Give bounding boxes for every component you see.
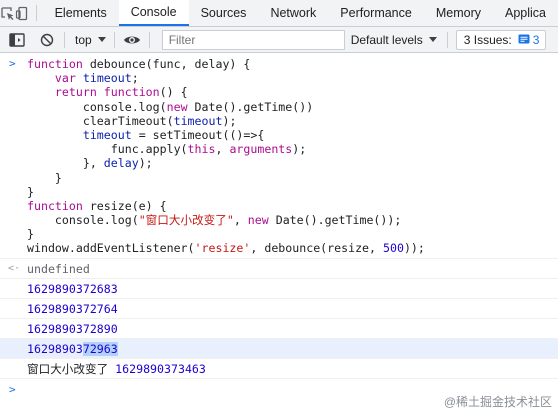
code-line: } — [27, 184, 34, 199]
code-line: function resize(e) { — [27, 198, 167, 213]
log-value: 1629890372764 — [27, 301, 118, 316]
console-input-entry[interactable]: > function debounce(func, delay) { var t… — [0, 53, 558, 259]
code-line: clearTimeout(timeout); — [27, 113, 237, 128]
code-line: function debounce(func, delay) { — [27, 57, 251, 71]
caret-down-icon — [428, 36, 437, 42]
log-value: 1629890372890 — [27, 321, 118, 336]
log-timestamp: 1629890373463 — [115, 361, 206, 376]
issues-badge: 3 — [518, 32, 540, 47]
return-arrow-icon: <· — [8, 262, 21, 274]
divider — [36, 5, 37, 21]
code-line: }, delay); — [27, 156, 153, 171]
code-line: window.addEventListener('resize', deboun… — [27, 241, 425, 256]
tab-sources[interactable]: Sources — [189, 0, 259, 26]
context-label: top — [75, 32, 92, 47]
tab-network[interactable]: Network — [258, 0, 328, 26]
device-toggle-icon[interactable] — [15, 0, 30, 26]
divider — [113, 31, 115, 48]
divider — [64, 31, 65, 48]
code-line: return function() { — [54, 85, 188, 100]
inspect-element-icon[interactable] — [0, 0, 15, 26]
live-expression-eye-icon[interactable] — [119, 27, 145, 53]
divider — [148, 31, 150, 48]
tab-memory[interactable]: Memory — [424, 0, 493, 26]
watermark-text: @稀土掘金技术社区 — [443, 395, 552, 409]
console-toolbar: top Default levels 3 Issues: 3 — [0, 27, 558, 53]
prompt-chevron-icon: > — [9, 382, 16, 396]
issues-button[interactable]: 3 Issues: 3 — [455, 29, 547, 50]
code-line: console.log("窗口大小改变了", new Date().getTim… — [27, 213, 402, 228]
divider — [446, 31, 448, 48]
log-row-selected[interactable]: 1629890372963 — [0, 338, 558, 359]
message-icon — [518, 34, 530, 43]
log-row[interactable]: 1629890372764 — [0, 299, 558, 319]
console-output[interactable]: > function debounce(func, delay) { var t… — [0, 53, 558, 418]
devtools-tab-bar: Elements Console Sources Network Perform… — [0, 0, 558, 27]
code-line: timeout = setTimeout(()=>{ — [82, 127, 265, 142]
code-line: func.apply(this, arguments); — [27, 142, 307, 157]
code-line: var timeout; — [54, 71, 139, 86]
tab-performance[interactable]: Performance — [328, 0, 424, 26]
code-line: console.log(new Date().getTime()) — [27, 99, 314, 114]
return-value: undefined — [27, 261, 90, 276]
caret-down-icon — [97, 36, 106, 42]
return-value-row: <· undefined — [0, 259, 558, 279]
prompt-chevron-icon: > — [9, 57, 16, 70]
log-row[interactable]: 1629890372683 — [0, 279, 558, 299]
code-line: } — [27, 170, 62, 185]
log-message: 窗口大小改变了 — [27, 361, 109, 376]
log-levels-label: Default levels — [350, 32, 423, 47]
sidebar-toggle-icon[interactable] — [0, 27, 34, 53]
code-line: } — [27, 227, 34, 242]
watermark: @稀土掘金技术社区 — [444, 393, 552, 410]
issues-count: 3 — [532, 32, 540, 47]
log-row-resize[interactable]: 窗口大小改变了 1629890373463 — [0, 359, 558, 379]
tab-elements[interactable]: Elements — [43, 0, 119, 26]
log-value-prefix: 16298903 — [27, 341, 83, 356]
filter-input[interactable] — [161, 29, 345, 50]
log-levels-dropdown[interactable]: Default levels — [345, 33, 443, 47]
log-value: 1629890372683 — [27, 281, 118, 296]
clear-console-icon[interactable] — [34, 27, 60, 53]
tab-console[interactable]: Console — [118, 0, 189, 26]
context-selector[interactable]: top — [69, 33, 110, 47]
log-row[interactable]: 1629890372890 — [0, 319, 558, 339]
issues-label: 3 Issues: — [463, 32, 512, 47]
tab-application[interactable]: Applica — [493, 0, 558, 26]
selected-text-highlight: 72963 — [82, 341, 118, 356]
